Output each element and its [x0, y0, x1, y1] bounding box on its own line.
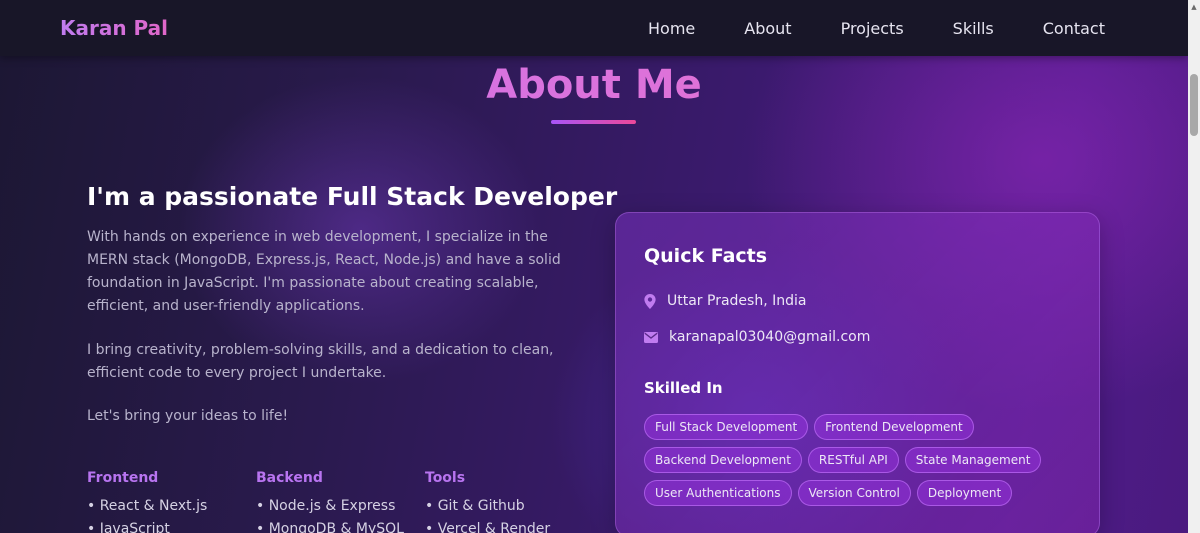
fact-email: karanapal03040@gmail.com [644, 329, 870, 345]
skill-item: • Vercel & Render [425, 521, 551, 533]
fact-location-text: Uttar Pradesh, India [667, 293, 807, 309]
nav-links: Home About Projects Skills Contact [648, 19, 1105, 38]
skill-item: • Git & Github [425, 498, 525, 514]
skill-column-title: Frontend [87, 470, 159, 486]
nav-link-projects[interactable]: Projects [841, 19, 904, 38]
skill-item: • React & Next.js [87, 498, 208, 514]
fact-location: Uttar Pradesh, India [644, 293, 806, 309]
fact-email-text[interactable]: karanapal03040@gmail.com [669, 329, 870, 345]
intro-paragraph: I bring creativity, problem-solving skil… [87, 342, 554, 381]
brand-logo[interactable]: Karan Pal [60, 16, 168, 40]
skill-tag: Frontend Development [814, 414, 974, 440]
skill-tag: Version Control [797, 480, 911, 506]
skill-tag: State Management [904, 447, 1042, 473]
skill-column-title: Tools [425, 470, 466, 486]
intro-paragraph: With hands on experience in web developm… [87, 229, 561, 314]
scrollbar-thumb[interactable] [1190, 74, 1198, 136]
skill-item: • MongoDB & MySQL [256, 521, 404, 533]
intro-paragraph: Let's bring your ideas to life! [87, 408, 289, 424]
skill-item: • JavaScript [87, 521, 170, 533]
quick-facts-title: Quick Facts [644, 245, 768, 267]
skill-tag: Backend Development [644, 447, 802, 473]
page-scrollbar[interactable]: ▲ [1188, 0, 1200, 533]
skill-column-backend: Backend • Node.js & Express • MongoDB & … [256, 470, 404, 533]
map-pin-icon [644, 293, 656, 309]
skill-column-tools: Tools • Git & Github • Vercel & Render [425, 470, 550, 533]
nav-link-skills[interactable]: Skills [953, 19, 994, 38]
skill-tag: User Authentications [644, 480, 792, 506]
skill-column-frontend: Frontend • React & Next.js • JavaScript [87, 470, 207, 533]
section-title: About Me [0, 62, 1188, 108]
nav-link-home[interactable]: Home [648, 19, 695, 38]
skill-tag: RESTful API [807, 447, 899, 473]
intro-heading: I'm a passionate Full Stack Developer [87, 182, 618, 211]
quick-facts-card: Quick Facts Uttar Pradesh, India karanap… [615, 212, 1100, 533]
skill-tag: Full Stack Development [644, 414, 809, 440]
title-underline [551, 120, 636, 124]
nav-link-about[interactable]: About [744, 19, 791, 38]
nav-link-contact[interactable]: Contact [1043, 19, 1105, 38]
navbar: Karan Pal Home About Projects Skills Con… [0, 0, 1188, 56]
skill-column-title: Backend [256, 470, 323, 486]
skill-tag: Deployment [916, 480, 1013, 506]
skilled-in-title: Skilled In [644, 379, 723, 397]
triangle-up-icon[interactable]: ▲ [1188, 0, 1200, 14]
skill-item: • Node.js & Express [256, 498, 396, 514]
skill-tags: Full Stack Development Frontend Developm… [644, 414, 1064, 506]
envelope-icon [644, 331, 658, 343]
